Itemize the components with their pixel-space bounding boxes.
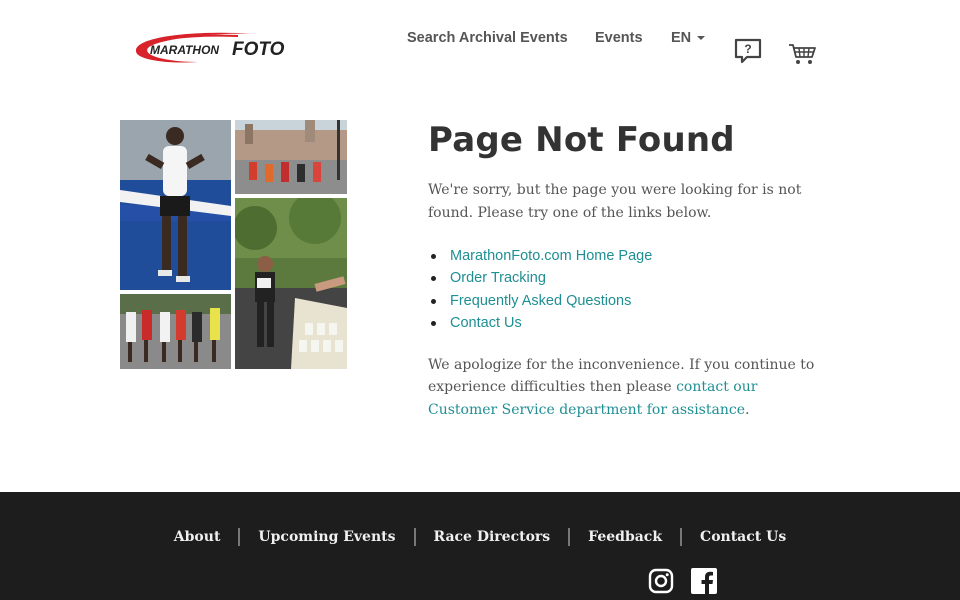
instagram-icon[interactable] [648,568,674,594]
shopping-cart-icon[interactable] [788,42,818,66]
photo-finish-line-runner [120,120,231,290]
language-dropdown[interactable]: EN [671,30,706,46]
site-header: MARATHON FOTO Search Archival Events Eve… [0,0,960,96]
photo-water-station [235,198,347,369]
link-order-tracking[interactable]: Order Tracking [450,267,546,289]
footer-link-race-directors[interactable]: Race Directors [416,529,569,545]
footer-link-upcoming-events[interactable]: Upcoming Events [240,529,413,545]
svg-text:FOTO: FOTO [232,39,285,60]
marathonfoto-logo[interactable]: MARATHON FOTO [128,28,314,68]
list-item: Order Tracking [428,267,828,289]
bullet-icon [431,276,436,282]
list-item: MarathonFoto.com Home Page [428,245,828,267]
link-home-page[interactable]: MarathonFoto.com Home Page [450,245,652,267]
svg-text:MARATHON: MARATHON [150,43,219,57]
main-content: Page Not Found We're sorry, but the page… [428,118,828,421]
link-faq[interactable]: Frequently Asked Questions [450,290,631,312]
bullet-icon [431,320,436,326]
chevron-down-icon [697,36,706,40]
bullet-icon [431,298,436,304]
footer-link-feedback[interactable]: Feedback [570,529,680,545]
apology-text: We apologize for the inconvenience. If y… [428,354,828,422]
language-label: EN [671,30,692,46]
footer-nav: About Upcoming Events Race Directors Fee… [0,528,960,546]
facebook-icon[interactable] [691,568,717,594]
nav-search-archival-events[interactable]: Search Archival Events [407,30,568,46]
bullet-icon [431,253,436,259]
apology-text-end: . [744,401,750,418]
link-contact-us[interactable]: Contact Us [450,312,522,334]
marathon-photo-collage [120,120,347,369]
social-links [648,568,734,594]
photo-runners-pack [120,294,231,369]
page-title: Page Not Found [428,120,735,160]
svg-text:?: ? [744,42,751,56]
intro-text: We're sorry, but the page you were looki… [428,182,802,221]
list-item: Frequently Asked Questions [428,290,828,312]
site-footer: About Upcoming Events Race Directors Fee… [0,492,960,600]
photo-city-street-race [235,120,347,194]
list-item: Contact Us [428,312,828,334]
help-icon[interactable]: ? [734,38,762,64]
helpful-links-list: MarathonFoto.com Home Page Order Trackin… [428,245,828,335]
footer-link-contact-us[interactable]: Contact Us [682,529,804,545]
nav-events[interactable]: Events [595,30,643,46]
footer-link-about[interactable]: About [156,529,239,545]
